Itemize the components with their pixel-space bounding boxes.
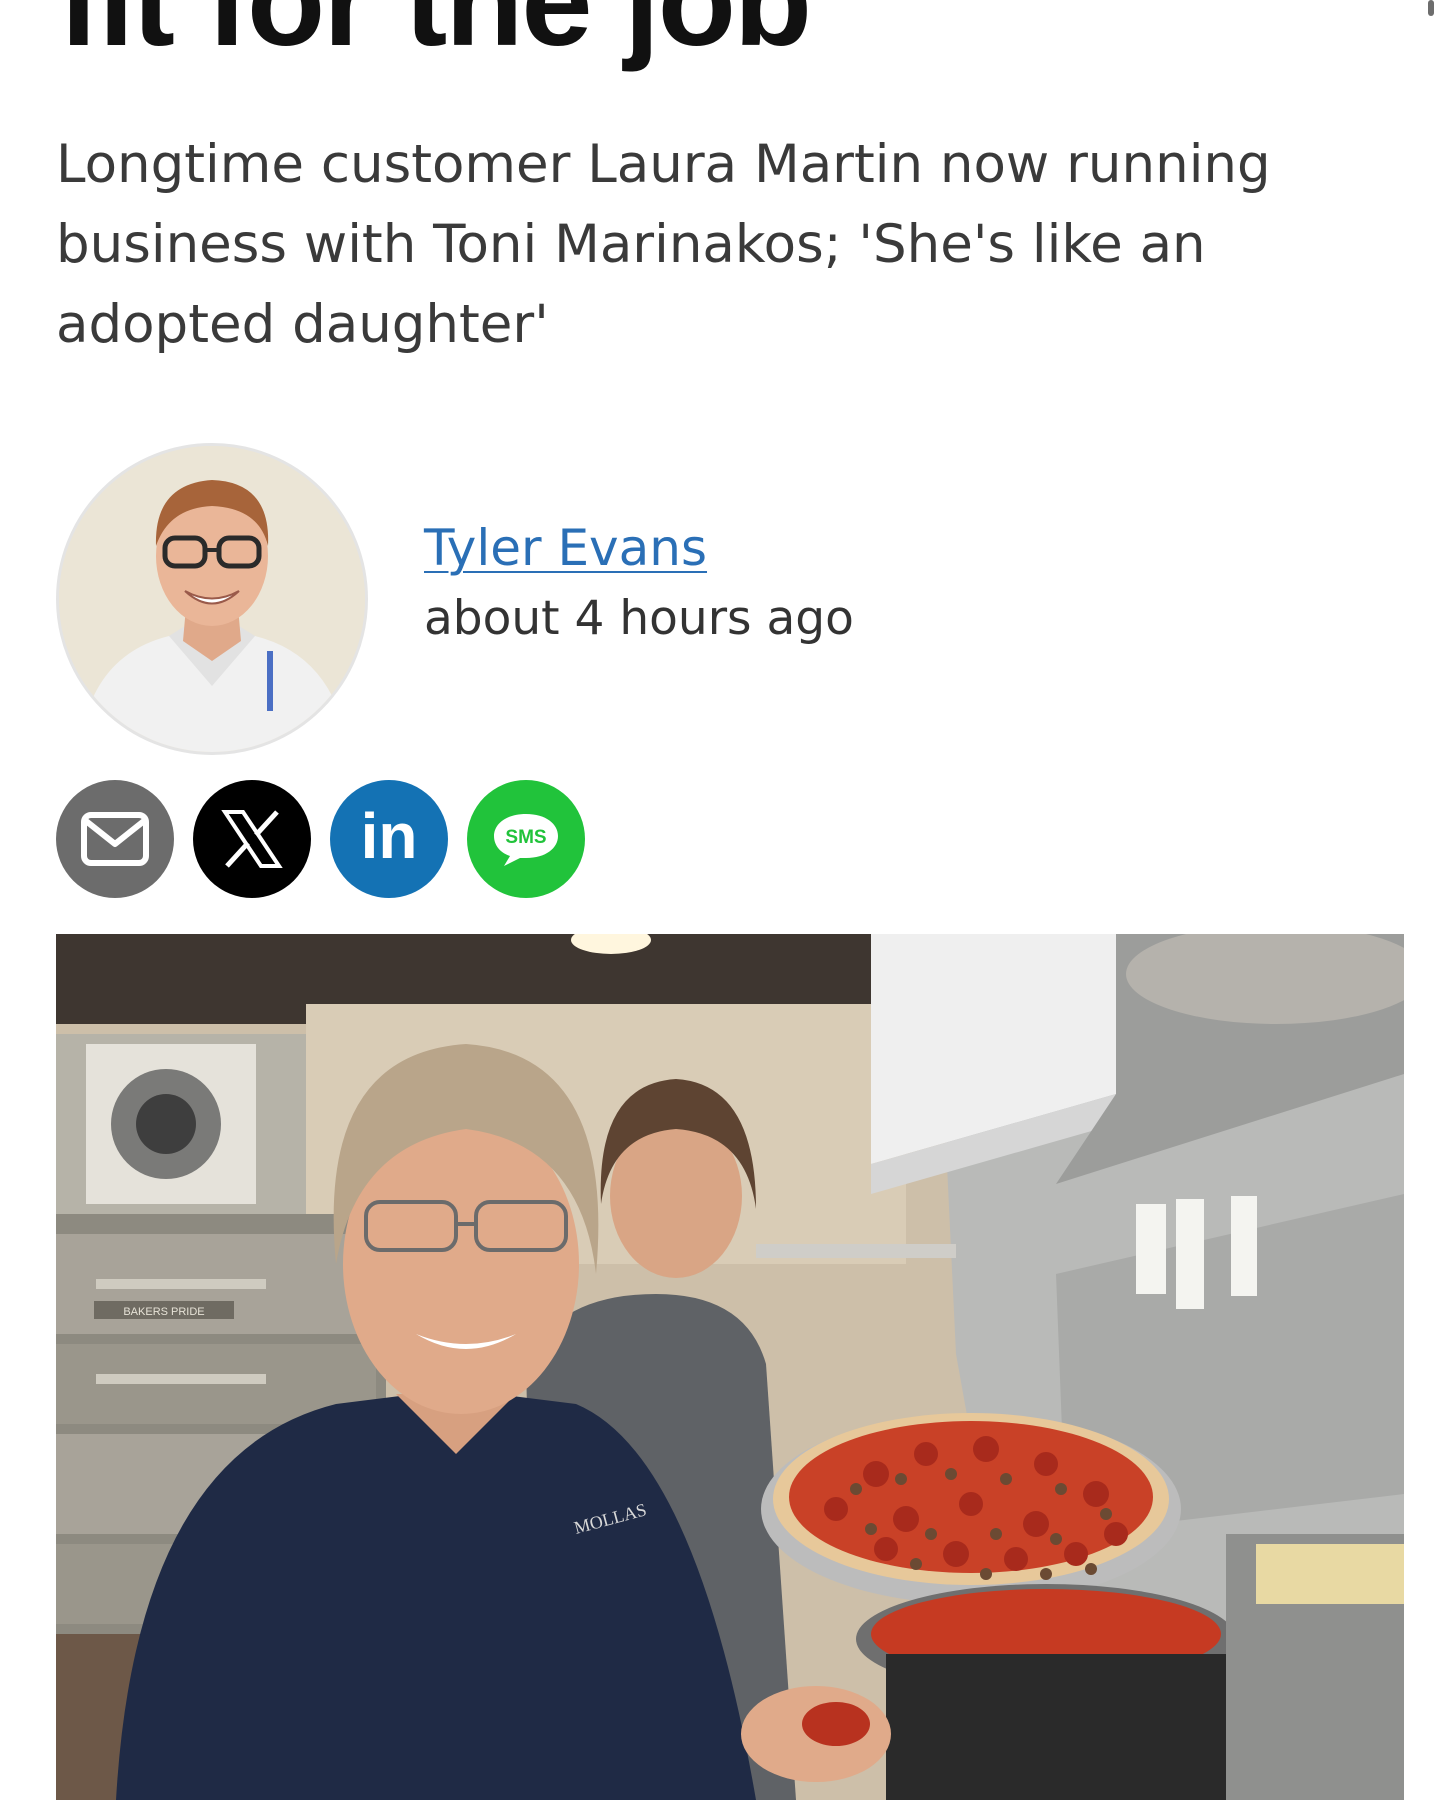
article-headline: fit for the job <box>58 0 812 73</box>
publish-timestamp: about 4 hours ago <box>424 591 854 646</box>
byline: Tyler Evans about 4 hours ago <box>56 443 1356 755</box>
linkedin-icon: in <box>360 800 418 872</box>
share-buttons: in SMS <box>56 780 585 898</box>
author-meta: Tyler Evans about 4 hours ago <box>424 518 854 648</box>
article-photo[interactable]: BAKERS PRIDE MOLLAS <box>56 934 1404 1800</box>
article-subheadline: Longtime customer Laura Martin now runni… <box>56 134 1271 355</box>
oven-label: BAKERS PRIDE <box>123 1306 204 1318</box>
share-linkedin-button[interactable]: in <box>330 780 448 898</box>
author-name-link[interactable]: Tyler Evans <box>424 518 854 578</box>
mail-icon <box>81 812 149 866</box>
article-page: fit for the job Longtime customer Laura … <box>0 0 1440 1800</box>
x-logo-icon <box>221 810 283 868</box>
share-x-button[interactable] <box>193 780 311 898</box>
sms-label: SMS <box>505 827 546 848</box>
share-email-button[interactable] <box>56 780 174 898</box>
scrollbar-thumb[interactable] <box>1428 0 1434 16</box>
author-avatar[interactable] <box>56 443 368 755</box>
sms-bubble-icon: SMS <box>494 814 558 866</box>
share-sms-button[interactable]: SMS <box>467 780 585 898</box>
